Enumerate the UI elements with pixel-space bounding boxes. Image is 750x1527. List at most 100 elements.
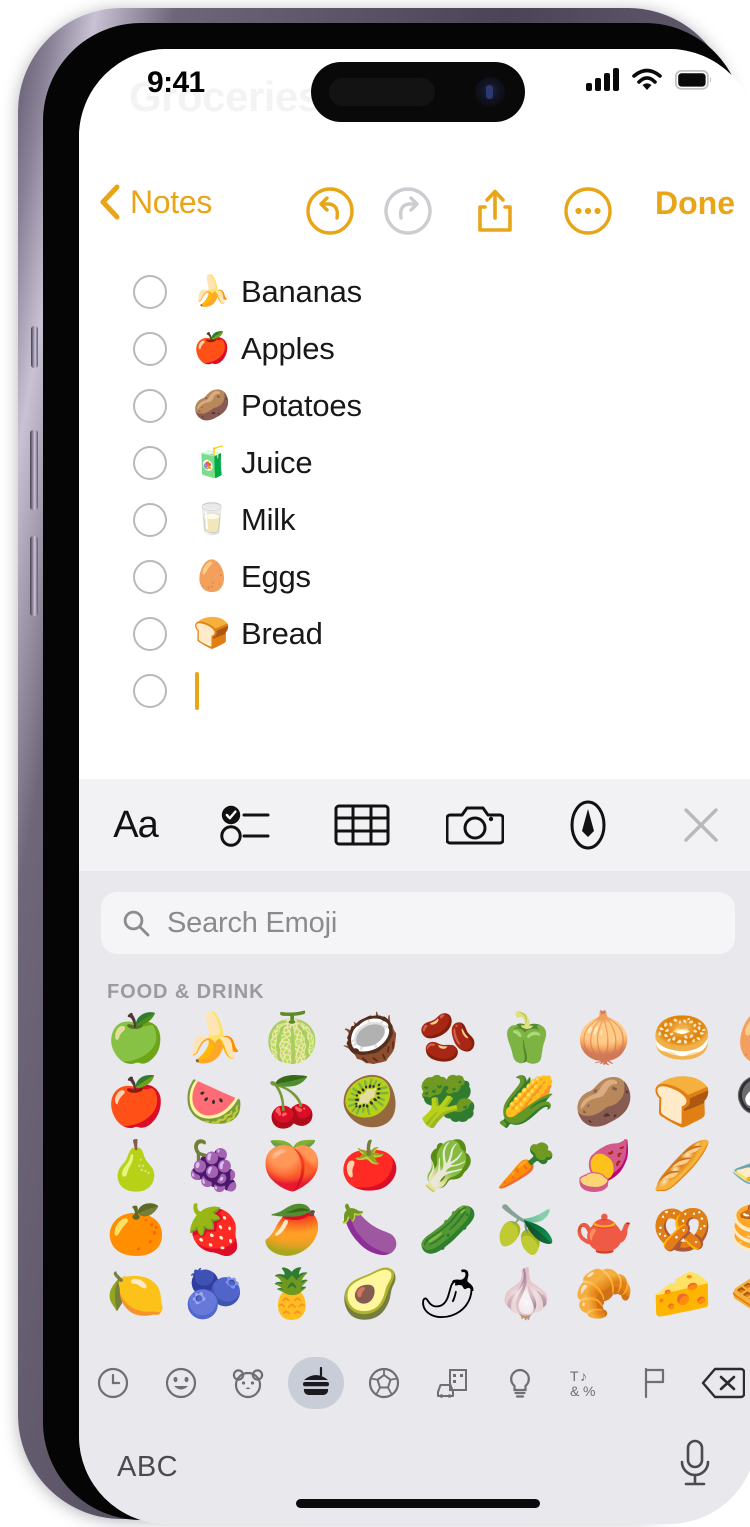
checklist-item[interactable]: 🍎 Apples: [79, 320, 750, 377]
checklist-item[interactable]: 🥛 Milk: [79, 491, 750, 548]
emoji-button[interactable]: 🥞: [721, 1199, 750, 1263]
emoji-button[interactable]: 🥒: [409, 1199, 487, 1263]
emoji-button[interactable]: 🥔: [565, 1071, 643, 1135]
emoji-tab-food[interactable]: [282, 1354, 350, 1412]
emoji-button[interactable]: 🫒: [487, 1199, 565, 1263]
emoji-button[interactable]: 🥬: [409, 1135, 487, 1199]
emoji-search-input[interactable]: Search Emoji: [101, 892, 735, 954]
checklist-item[interactable]: 🥔 Potatoes: [79, 377, 750, 434]
emoji-button[interactable]: 🥕: [487, 1135, 565, 1199]
emoji-button[interactable]: 🌽: [487, 1071, 565, 1135]
emoji-button[interactable]: 🫐: [175, 1263, 253, 1327]
abc-keyboard-switch-button[interactable]: ABC: [117, 1451, 178, 1484]
search-magnifier-icon: [121, 908, 151, 938]
emoji-button[interactable]: 🍑: [253, 1135, 331, 1199]
emoji-button[interactable]: 🌶: [409, 1263, 487, 1327]
emoji-button[interactable]: 🥭: [253, 1199, 331, 1263]
earpiece-speaker: [329, 78, 435, 106]
emoji-button[interactable]: 🍒: [253, 1071, 331, 1135]
emoji-button[interactable]: 🍇: [175, 1135, 253, 1199]
emoji-button[interactable]: 🥐: [565, 1263, 643, 1327]
emoji-button[interactable]: 🥨: [643, 1199, 721, 1263]
back-button-label: Notes: [130, 183, 213, 220]
markup-pen-button[interactable]: [531, 779, 644, 871]
emoji-button[interactable]: 🍏: [97, 1007, 175, 1071]
checklist-button[interactable]: [192, 779, 305, 871]
volume-up-button[interactable]: [30, 430, 38, 510]
done-button[interactable]: Done: [655, 185, 735, 222]
close-toolbar-button[interactable]: [644, 779, 750, 871]
checkbox-circle[interactable]: [133, 502, 167, 537]
checklist-item[interactable]: 🧃 Juice: [79, 434, 750, 491]
emoji-button[interactable]: 🍆: [331, 1199, 409, 1263]
emoji-button[interactable]: 🧇: [721, 1263, 750, 1327]
checkbox-circle[interactable]: [133, 616, 167, 651]
emoji-button[interactable]: 🍠: [565, 1135, 643, 1199]
glass-of-milk-emoji: 🥛: [193, 502, 231, 536]
emoji-button[interactable]: 🥦: [409, 1071, 487, 1135]
emoji-button[interactable]: 🫑: [487, 1007, 565, 1071]
checkbox-circle[interactable]: [133, 388, 167, 423]
emoji-button[interactable]: 🥥: [331, 1007, 409, 1071]
emoji-button[interactable]: 🍉: [175, 1071, 253, 1135]
emoji-button[interactable]: 🍍: [253, 1263, 331, 1327]
emoji-tab-flags[interactable]: [621, 1354, 689, 1412]
emoji-tab-recent[interactable]: [79, 1354, 147, 1412]
silent-switch-button[interactable]: [31, 326, 38, 368]
phone-bezel: Groceries 9:41 Notes Done 🍌 Bananas 🍎 Ap…: [43, 23, 750, 1524]
emoji-button[interactable]: 🥝: [331, 1071, 409, 1135]
dictation-button[interactable]: [675, 1437, 715, 1496]
checkbox-circle[interactable]: [133, 274, 167, 309]
checkbox-circle[interactable]: [133, 331, 167, 366]
checkbox-circle[interactable]: [133, 559, 167, 594]
emoji-button[interactable]: 🥯: [643, 1007, 721, 1071]
emoji-tab-smileys[interactable]: [147, 1354, 215, 1412]
emoji-button[interactable]: 🧈: [721, 1135, 750, 1199]
emoji-button[interactable]: 🍊: [97, 1199, 175, 1263]
emoji-button[interactable]: 🥚: [721, 1007, 750, 1071]
volume-down-button[interactable]: [30, 536, 38, 616]
emoji-tab-objects[interactable]: [486, 1354, 554, 1412]
emoji-button[interactable]: 🍳: [721, 1071, 750, 1135]
emoji-button[interactable]: 🧀: [643, 1263, 721, 1327]
emoji-button[interactable]: 🍌: [175, 1007, 253, 1071]
emoji-tab-activity[interactable]: [350, 1354, 418, 1412]
emoji-button[interactable]: 🥖: [643, 1135, 721, 1199]
back-to-notes-button[interactable]: Notes: [99, 183, 212, 221]
checkbox-circle[interactable]: [133, 673, 167, 708]
navigation-bar: Notes Done: [79, 169, 750, 255]
checklist-item[interactable]: 🥚 Eggs: [79, 548, 750, 605]
chevron-left-icon: [100, 184, 120, 220]
camera-button[interactable]: [418, 779, 531, 871]
emoji-button[interactable]: 🍅: [331, 1135, 409, 1199]
emoji-button[interactable]: 🍈: [253, 1007, 331, 1071]
emoji-button[interactable]: 🍐: [97, 1135, 175, 1199]
emoji-button[interactable]: 🍞: [643, 1071, 721, 1135]
text-format-button[interactable]: Aa: [79, 779, 192, 871]
emoji-button[interactable]: 🍋: [97, 1263, 175, 1327]
home-indicator[interactable]: [296, 1499, 540, 1508]
more-options-button[interactable]: [562, 185, 614, 237]
battery-full-icon: [675, 69, 712, 90]
emoji-tab-travel[interactable]: [418, 1354, 486, 1412]
emoji-button[interactable]: 🫖: [565, 1199, 643, 1263]
checklist-item[interactable]: 🍌 Bananas: [79, 263, 750, 320]
emoji-button[interactable]: 🧅: [565, 1007, 643, 1071]
checklist-item-active[interactable]: [79, 662, 750, 719]
undo-button[interactable]: [304, 185, 356, 237]
emoji-button[interactable]: 🍎: [97, 1071, 175, 1135]
share-button[interactable]: [469, 185, 521, 237]
redo-button[interactable]: [382, 185, 434, 237]
delete-backspace-icon: [701, 1367, 746, 1399]
emoji-button[interactable]: 🧄: [487, 1263, 565, 1327]
svg-text:%: %: [583, 1383, 595, 1399]
emoji-delete-key[interactable]: [689, 1354, 750, 1412]
emoji-tab-symbols[interactable]: T ♪ & %: [554, 1354, 622, 1412]
emoji-button[interactable]: 🍓: [175, 1199, 253, 1263]
checkbox-circle[interactable]: [133, 445, 167, 480]
emoji-button[interactable]: 🫘: [409, 1007, 487, 1071]
emoji-tab-animals[interactable]: [215, 1354, 283, 1412]
table-button[interactable]: [305, 779, 418, 871]
checklist-item[interactable]: 🍞 Bread: [79, 605, 750, 662]
emoji-button[interactable]: 🥑: [331, 1263, 409, 1327]
